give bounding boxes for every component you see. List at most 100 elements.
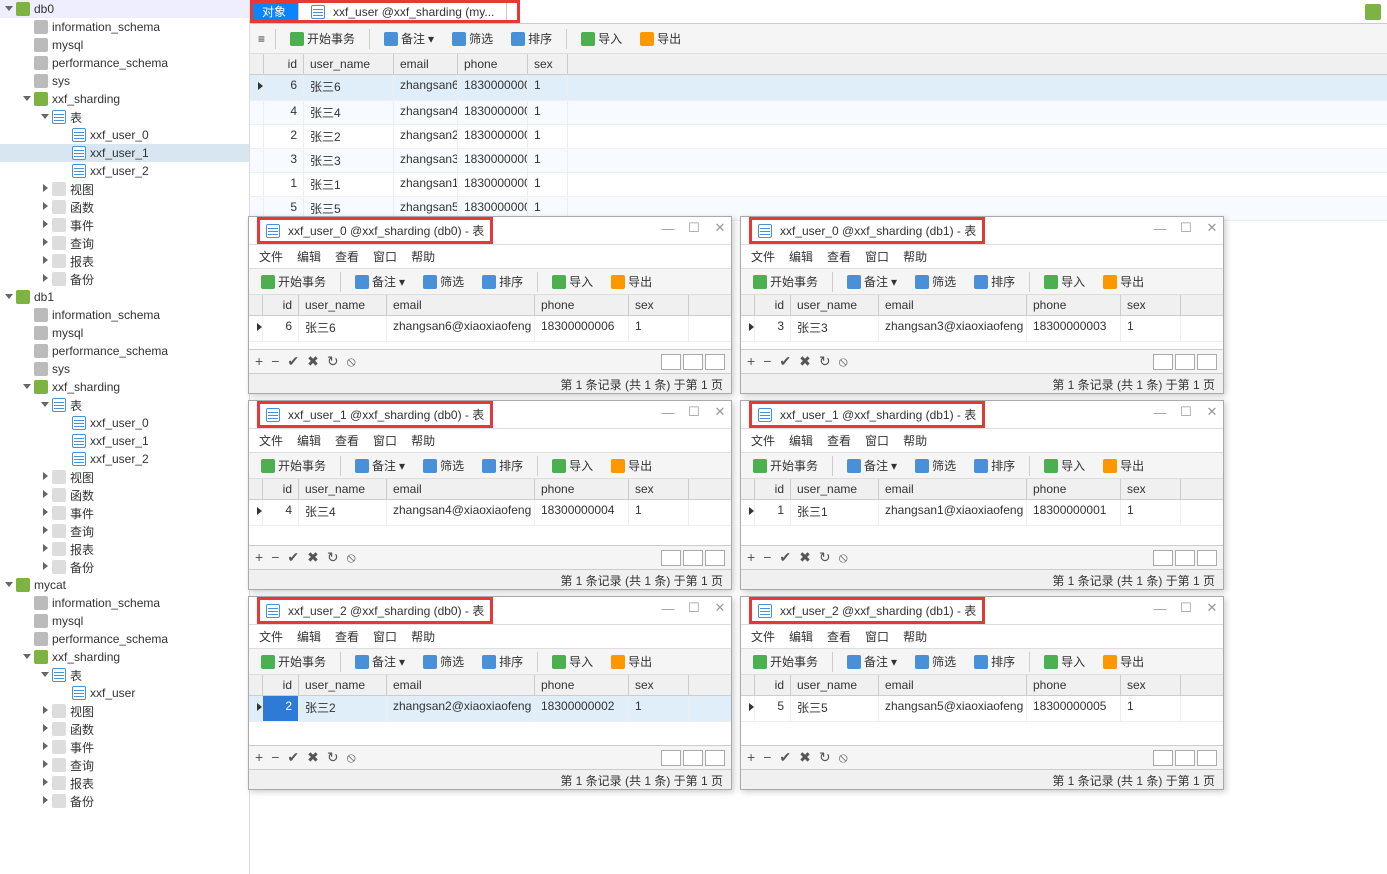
delete-row-icon[interactable]: − [271, 549, 279, 566]
events-node[interactable]: 事件 [0, 216, 249, 234]
sort-button[interactable]: 排序 [478, 455, 527, 476]
table-row[interactable]: 4张三4zhangsan4183000000041 [250, 101, 1387, 125]
menu-view[interactable]: 查看 [335, 432, 359, 449]
menu-edit[interactable]: 编辑 [789, 248, 813, 265]
backup-node[interactable]: 备份 [0, 558, 249, 576]
add-row-icon[interactable]: + [747, 353, 755, 370]
reports-node[interactable]: 报表 [0, 774, 249, 792]
menu-help[interactable]: 帮助 [411, 432, 435, 449]
menu-edit[interactable]: 编辑 [297, 628, 321, 645]
sort-button[interactable]: 排序 [478, 271, 527, 292]
export-button[interactable]: 导出 [1099, 271, 1148, 292]
sort-button[interactable]: 排序 [970, 271, 1019, 292]
table-row[interactable]: 5张三5zhangsan5@xiaoxiaofeng183000000051 [741, 696, 1223, 722]
export-button[interactable]: 导出 [1099, 455, 1148, 476]
functions-node[interactable]: 函数 [0, 720, 249, 738]
menu-window[interactable]: 窗口 [373, 248, 397, 265]
maximize-icon[interactable]: ☐ [1179, 601, 1193, 615]
import-button[interactable]: 导入 [1040, 455, 1089, 476]
data-window-w2[interactable]: xxf_user_1 @xxf_sharding (db0) - 表—☐✕文件编… [248, 400, 732, 590]
close-icon[interactable]: ✕ [713, 405, 727, 419]
stop-icon[interactable]: ⦸ [347, 353, 356, 370]
close-icon[interactable]: ✕ [713, 601, 727, 615]
titlebar[interactable]: xxf_user_0 @xxf_sharding (db0) - 表—☐✕ [249, 217, 731, 245]
stop-icon[interactable]: ⦸ [839, 353, 848, 370]
filter-button[interactable]: 筛选 [419, 455, 468, 476]
add-row-icon[interactable]: + [747, 549, 755, 566]
schema-perf[interactable]: performance_schema [0, 54, 249, 72]
memo-button[interactable]: 备注▾ [380, 28, 438, 49]
reports-node[interactable]: 报表 [0, 540, 249, 558]
table-row[interactable]: 3张三3zhangsan3@xiaoxiaofeng183000000031 [741, 316, 1223, 342]
queries-node[interactable]: 查询 [0, 234, 249, 252]
menu-help[interactable]: 帮助 [411, 248, 435, 265]
cancel-icon[interactable]: ✖ [307, 353, 319, 370]
menu-edit[interactable]: 编辑 [297, 248, 321, 265]
table-xxf-user-1[interactable]: xxf_user_1 [0, 432, 249, 450]
schema-info[interactable]: information_schema [0, 18, 249, 36]
table-row[interactable]: 4张三4zhangsan4@xiaoxiaofeng183000000041 [249, 500, 731, 526]
events-node[interactable]: 事件 [0, 504, 249, 522]
start-tx-button[interactable]: 开始事务 [749, 651, 822, 672]
delete-row-icon[interactable]: − [271, 749, 279, 766]
grid-view-icon[interactable] [1153, 550, 1173, 566]
minimize-icon[interactable]: — [1153, 221, 1167, 235]
backup-node[interactable]: 备份 [0, 792, 249, 810]
import-button[interactable]: 导入 [548, 651, 597, 672]
memo-button[interactable]: 备注▾ [351, 651, 409, 672]
memo-button[interactable]: 备注▾ [843, 651, 901, 672]
sort-button[interactable]: 排序 [970, 651, 1019, 672]
close-icon[interactable]: ✕ [1205, 601, 1219, 615]
cancel-icon[interactable]: ✖ [799, 749, 811, 766]
table-xxf-user-0[interactable]: xxf_user_0 [0, 414, 249, 432]
views-node[interactable]: 视图 [0, 468, 249, 486]
import-button[interactable]: 导入 [548, 271, 597, 292]
delete-row-icon[interactable]: − [763, 549, 771, 566]
add-row-icon[interactable]: + [255, 749, 263, 766]
cancel-icon[interactable]: ✖ [307, 749, 319, 766]
queries-node[interactable]: 查询 [0, 756, 249, 774]
schema-info[interactable]: information_schema [0, 306, 249, 324]
add-row-icon[interactable]: + [255, 549, 263, 566]
maximize-icon[interactable]: ☐ [687, 405, 701, 419]
stop-icon[interactable]: ⦸ [347, 749, 356, 766]
cancel-icon[interactable]: ✖ [799, 549, 811, 566]
menu-file[interactable]: 文件 [751, 248, 775, 265]
text-view-icon[interactable] [705, 550, 725, 566]
import-button[interactable]: 导入 [577, 28, 626, 49]
menu-window[interactable]: 窗口 [865, 432, 889, 449]
add-row-icon[interactable]: + [255, 353, 263, 370]
delete-row-icon[interactable]: − [763, 749, 771, 766]
form-view-icon[interactable] [683, 354, 703, 370]
refresh-icon[interactable]: ↻ [819, 353, 831, 370]
data-window-w5[interactable]: xxf_user_2 @xxf_sharding (db1) - 表—☐✕文件编… [740, 596, 1224, 790]
table-xxf-user[interactable]: xxf_user [0, 684, 249, 702]
schema-info[interactable]: information_schema [0, 594, 249, 612]
menu-view[interactable]: 查看 [827, 628, 851, 645]
menu-window[interactable]: 窗口 [865, 248, 889, 265]
commit-icon[interactable]: ✔ [287, 549, 299, 566]
data-window-w4[interactable]: xxf_user_2 @xxf_sharding (db0) - 表—☐✕文件编… [248, 596, 732, 790]
commit-icon[interactable]: ✔ [779, 549, 791, 566]
data-window-w3[interactable]: xxf_user_1 @xxf_sharding (db1) - 表—☐✕文件编… [740, 400, 1224, 590]
maximize-icon[interactable]: ☐ [687, 221, 701, 235]
start-tx-button[interactable]: 开始事务 [257, 271, 330, 292]
minimize-icon[interactable]: — [661, 405, 675, 419]
cancel-icon[interactable]: ✖ [307, 549, 319, 566]
menu-file[interactable]: 文件 [751, 432, 775, 449]
sort-button[interactable]: 排序 [478, 651, 527, 672]
maximize-icon[interactable]: ☐ [687, 601, 701, 615]
queries-node[interactable]: 查询 [0, 522, 249, 540]
table-row[interactable]: 1张三1zhangsan1@xiaoxiaofeng183000000011 [741, 500, 1223, 526]
schema-perf[interactable]: performance_schema [0, 630, 249, 648]
menu-view[interactable]: 查看 [827, 248, 851, 265]
delete-row-icon[interactable]: − [271, 353, 279, 370]
menu-help[interactable]: 帮助 [903, 248, 927, 265]
tables-node[interactable]: 表 [0, 666, 249, 684]
functions-node[interactable]: 函数 [0, 198, 249, 216]
form-view-icon[interactable] [683, 750, 703, 766]
data-window-w1[interactable]: xxf_user_0 @xxf_sharding (db1) - 表—☐✕文件编… [740, 216, 1224, 394]
export-button[interactable]: 导出 [1099, 651, 1148, 672]
reports-node[interactable]: 报表 [0, 252, 249, 270]
menu-help[interactable]: 帮助 [903, 628, 927, 645]
